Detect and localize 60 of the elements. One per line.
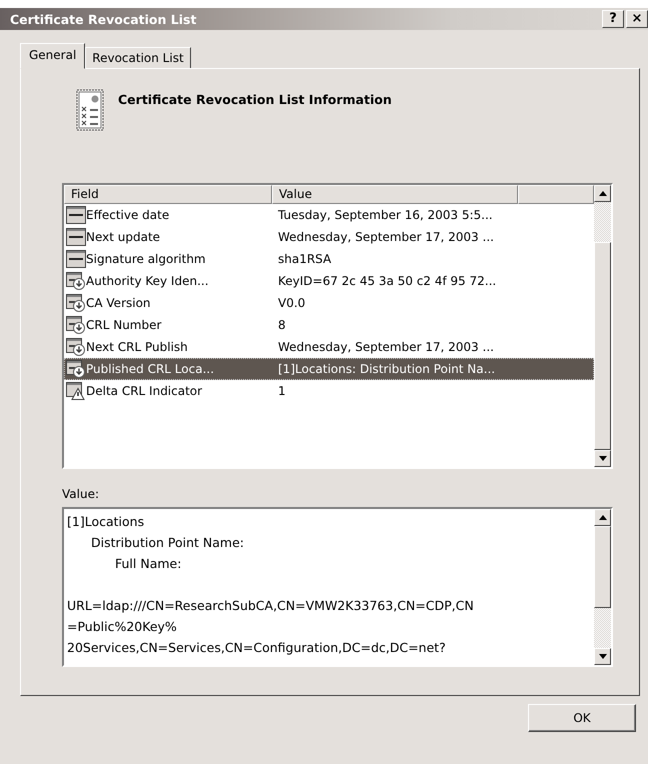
field-icon bbox=[66, 206, 86, 224]
field-name: CA Version bbox=[86, 296, 151, 310]
column-header[interactable]: Field bbox=[64, 185, 272, 204]
scroll-down-icon bbox=[598, 654, 606, 659]
field-value: V0.0 bbox=[278, 296, 306, 310]
value-line: [1]Locations bbox=[67, 513, 146, 531]
extension-icon bbox=[66, 360, 86, 378]
list-row[interactable]: CA Version V0.0 bbox=[64, 292, 594, 314]
extension-icon bbox=[66, 272, 86, 290]
field-name: Effective date bbox=[86, 208, 170, 222]
column-header[interactable]: Value bbox=[272, 185, 518, 204]
tab[interactable]: Revocation List bbox=[85, 47, 191, 69]
extension-icon bbox=[66, 294, 86, 312]
value-line: =Public%20Key% bbox=[67, 618, 178, 636]
scroll-up-icon bbox=[598, 515, 606, 520]
field-name: Published CRL Loca... bbox=[86, 362, 214, 376]
field-value: [1]Locations: Distribution Point Na... bbox=[278, 362, 496, 376]
value-line: URL=ldap:///CN=ResearchSubCA,CN=VMW2K33763,CN=CDP,CN bbox=[67, 597, 475, 615]
section-heading: Certificate Revocation List Information bbox=[118, 92, 392, 107]
close-button[interactable]: × bbox=[626, 10, 648, 28]
field-name: Delta CRL Indicator bbox=[86, 384, 202, 398]
critical-extension-icon bbox=[66, 382, 86, 400]
list-row[interactable]: Signature algorithm sha1RSA bbox=[64, 248, 594, 270]
field-value: KeyID=67 2c 45 3a 50 c2 4f 95 72... bbox=[278, 274, 496, 288]
field-icon bbox=[66, 228, 86, 246]
list-row[interactable]: Published CRL Loca... [1]Locations: Distribution Point Na... bbox=[64, 358, 594, 380]
field-name: Next CRL Publish bbox=[86, 340, 188, 354]
certificate-list-icon bbox=[76, 89, 104, 131]
ok-button[interactable]: OK bbox=[528, 704, 636, 732]
field-name: Next update bbox=[86, 230, 160, 244]
scrollbar[interactable] bbox=[594, 185, 611, 467]
value-text-box[interactable]: [1]Locations Distribution Point Name: Full Name: URL=ldap:///CN=ResearchSubCA,CN=VMW2K33763,CN=CDP,CN =Public%20Key% 20Services,CN=Services,CN=Configuration,DC=dc,DC=net? bbox=[62, 507, 613, 667]
field-value: sha1RSA bbox=[278, 252, 332, 266]
field-value: Tuesday, September 16, 2003 5:5... bbox=[278, 208, 493, 222]
list-row[interactable]: CRL Number 8 bbox=[64, 314, 594, 336]
scrollbar[interactable] bbox=[594, 509, 611, 665]
list-row[interactable]: Delta CRL Indicator 1 bbox=[64, 380, 594, 402]
value-label: Value: bbox=[62, 487, 100, 501]
value-line: 20Services,CN=Services,CN=Configuration,DC=dc,DC=net? bbox=[67, 639, 447, 657]
window-title: Certificate Revocation List bbox=[10, 12, 196, 26]
scroll-down-icon bbox=[598, 456, 606, 461]
field-value: Wednesday, September 17, 2003 ... bbox=[278, 230, 494, 244]
field-name: CRL Number bbox=[86, 318, 162, 332]
list-row[interactable]: Next CRL Publish Wednesday, September 17, 2003 ... bbox=[64, 336, 594, 358]
extension-icon bbox=[66, 338, 86, 356]
list-row[interactable]: Authority Key Iden... KeyID=67 2c 45 3a 50 c2 4f 95 72... bbox=[64, 270, 594, 292]
value-line: Distribution Point Name: bbox=[91, 534, 245, 552]
field-value: 1 bbox=[278, 384, 286, 398]
extension-icon bbox=[66, 316, 86, 334]
list-row[interactable]: Effective date Tuesday, September 16, 2003 5:5... bbox=[64, 204, 594, 226]
field-icon bbox=[66, 250, 86, 268]
field-value: 8 bbox=[278, 318, 286, 332]
list-row[interactable]: Next update Wednesday, September 17, 2003 ... bbox=[64, 226, 594, 248]
tab[interactable]: General bbox=[20, 43, 86, 69]
value-line: Full Name: bbox=[115, 555, 182, 573]
field-name: Authority Key Iden... bbox=[86, 274, 209, 288]
scroll-up-icon bbox=[598, 191, 606, 196]
field-value: Wednesday, September 17, 2003 ... bbox=[278, 340, 494, 354]
help-button[interactable]: ? bbox=[602, 10, 624, 28]
field-name: Signature algorithm bbox=[86, 252, 206, 266]
